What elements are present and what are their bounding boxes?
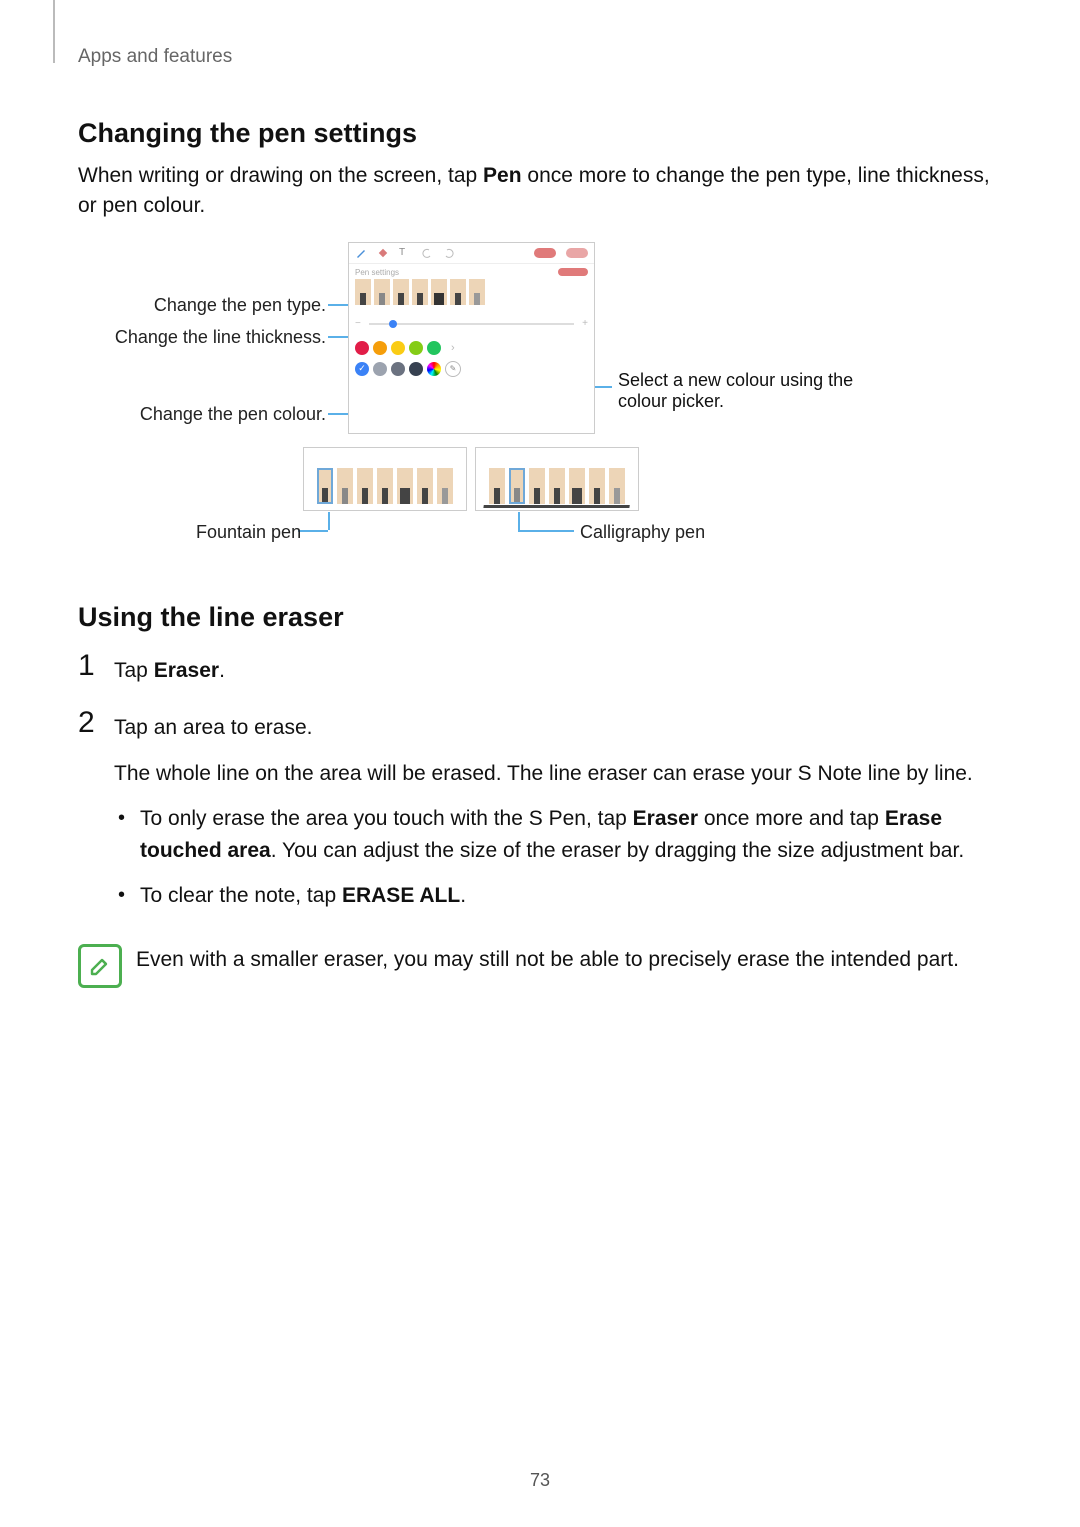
screenshot-calligraphy-pen [475, 447, 639, 511]
nib-icon [357, 468, 373, 504]
step-1: 1 Tap Eraser. [78, 651, 1002, 687]
nib-icon [437, 468, 453, 504]
bullet-erase-touched: To only erase the area you touch with th… [114, 803, 1002, 866]
nib-icon [469, 279, 485, 305]
nib-icon [317, 468, 333, 504]
colour-swatch [409, 362, 423, 376]
redo-icon [443, 247, 455, 259]
colour-swatch [391, 341, 405, 355]
step-body: Tap Eraser. [114, 651, 225, 687]
nib-icon [450, 279, 466, 305]
record-pill [534, 248, 556, 258]
colour-selected: ✓ [355, 362, 369, 376]
callout-fountain-pen: Fountain pen [196, 522, 301, 543]
colour-swatch [355, 341, 369, 355]
heading-pen-settings: Changing the pen settings [78, 118, 1002, 149]
intro-text-a: When writing or drawing on the screen, t… [78, 164, 483, 187]
heading-line-eraser: Using the line eraser [78, 602, 1002, 633]
undo-icon [421, 247, 433, 259]
pen-icon [355, 247, 367, 259]
nib-icon [431, 279, 447, 305]
eraser-icon [377, 247, 389, 259]
callout-pen-type: Change the pen type. [78, 295, 326, 316]
callout-line [518, 530, 574, 532]
nib-icon [337, 468, 353, 504]
thickness-minus: − [355, 318, 361, 329]
pen-type-row [355, 279, 588, 305]
colour-swatch [427, 341, 441, 355]
chevron-right-icon: › [451, 342, 455, 354]
eyedropper-icon: ✎ [450, 364, 457, 373]
callout-pen-colour: Change the pen colour. [78, 404, 326, 425]
thickness-slider [369, 323, 574, 325]
screenshot-pen-settings: T Pen settings [348, 242, 595, 434]
bullet-erase-all: To clear the note, tap ERASE ALL. [114, 880, 1002, 912]
b1-c: . You can adjust the size of the eraser … [271, 839, 964, 862]
screenshot-fountain-pen [303, 447, 467, 511]
step-number: 1 [78, 651, 114, 681]
note-text: Even with a smaller eraser, you may stil… [136, 944, 959, 976]
colour-swatch [373, 362, 387, 376]
step2-line1: Tap an area to erase. [114, 712, 1002, 744]
colour-swatch [391, 362, 405, 376]
nib-icon [377, 468, 393, 504]
colour-swatch [373, 341, 387, 355]
b2-bold: ERASE ALL [342, 884, 460, 907]
running-header: Apps and features [78, 46, 1002, 68]
colour-picker-icon: ✎ [445, 361, 461, 377]
nib-icon [397, 468, 413, 504]
intro-paragraph: When writing or drawing on the screen, t… [78, 161, 1002, 222]
b1-b: once more and tap [698, 807, 885, 830]
stroke-sample [483, 499, 630, 508]
page-number: 73 [0, 1470, 1080, 1491]
callout-line [298, 530, 328, 532]
callout-line [518, 512, 520, 530]
step2-bullets: To only erase the area you touch with th… [114, 803, 1002, 912]
step-number: 2 [78, 708, 114, 738]
nib-icon [417, 468, 433, 504]
note-icon [78, 944, 122, 988]
pill-2 [566, 248, 588, 258]
nib-icon [393, 279, 409, 305]
colour-row-2: ✓ ✎ [355, 361, 588, 377]
callout-calligraphy-pen: Calligraphy pen [580, 522, 705, 543]
nib-icon [412, 279, 428, 305]
step1-text-b: . [219, 659, 225, 682]
close-pill [558, 268, 588, 276]
thickness-row: − + [355, 317, 588, 331]
step1-text-a: Tap [114, 659, 154, 682]
b1-a: To only erase the area you touch with th… [140, 807, 633, 830]
callout-line-thickness: Change the line thickness. [78, 327, 326, 348]
colour-row-1: › [355, 341, 588, 355]
step-body: Tap an area to erase. The whole line on … [114, 708, 1002, 926]
colour-swatch-rainbow [427, 362, 441, 376]
colour-swatch [409, 341, 423, 355]
b1-bold1: Eraser [633, 807, 698, 830]
note-block: Even with a smaller eraser, you may stil… [78, 944, 1002, 988]
figure-pen-settings: Change the pen type. Change the line thi… [78, 242, 1002, 562]
check-icon: ✓ [358, 363, 366, 374]
text-icon: T [399, 247, 411, 259]
nib-icon [374, 279, 390, 305]
callout-line [328, 512, 330, 530]
b2-a: To clear the note, tap [140, 884, 342, 907]
callout-colour-picker: Select a new colour using the colour pic… [618, 370, 878, 412]
step2-line2: The whole line on the area will be erase… [114, 758, 1002, 790]
numbered-steps: 1 Tap Eraser. 2 Tap an area to erase. Th… [78, 651, 1002, 926]
intro-bold-pen: Pen [483, 164, 522, 187]
thickness-plus: + [582, 318, 588, 329]
screenshot-toolbar: T [349, 243, 594, 264]
pen-settings-label: Pen settings [355, 268, 399, 277]
pen-settings-header: Pen settings [355, 268, 588, 277]
thickness-handle [389, 320, 397, 328]
step1-bold: Eraser [154, 659, 219, 682]
margin-rule [53, 0, 55, 63]
step-2: 2 Tap an area to erase. The whole line o… [78, 708, 1002, 926]
b2-b: . [460, 884, 466, 907]
nib-icon [355, 279, 371, 305]
